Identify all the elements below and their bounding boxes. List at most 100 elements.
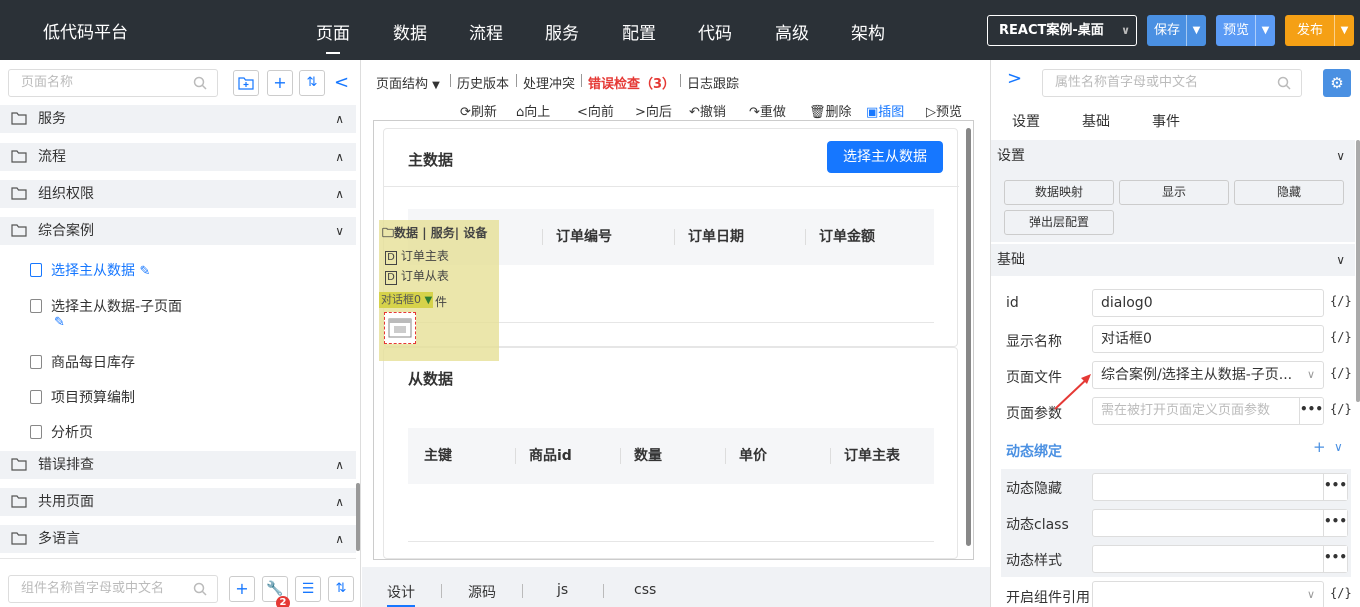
sort-components-button[interactable]: ⇅ [328,576,354,602]
tab-history[interactable]: 历史版本 [457,73,509,92]
data-mapping-button[interactable]: 数据映射 [1004,180,1114,205]
property-search-input[interactable]: 属性名称首字母或中文名 [1042,69,1302,97]
expression-icon[interactable]: {/} [1330,402,1352,416]
component-search-input[interactable]: 组件名称首字母或中文名 [8,575,218,603]
group-row-i18n[interactable]: 多语言 ∧ [0,525,356,553]
caret-down-icon[interactable]: ▼ [1186,15,1206,46]
component-ref-select[interactable]: ∨ [1092,581,1324,607]
caret-down-icon[interactable]: ▼ [1334,15,1354,46]
tab-resolve-conflict[interactable]: 处理冲突 [523,73,575,92]
dialog-component[interactable] [384,312,416,344]
preview-button[interactable]: 预览 ▼ [1216,15,1275,46]
page-file-select[interactable]: 综合案例/选择主从数据-子页... ∨ [1092,361,1324,389]
expression-icon[interactable]: {/} [1330,366,1352,380]
display-name-input[interactable]: 对话框0 [1092,325,1324,353]
more-dots-icon[interactable]: ••• [1323,474,1347,500]
page-search-input[interactable]: 页面名称 [8,69,218,97]
page-item-select-master-detail-sub[interactable]: 选择主从数据-子页面 [30,296,182,316]
expand-panel-icon[interactable]: > [1007,68,1022,89]
more-dots-icon[interactable]: ••• [1299,398,1323,424]
nav-service[interactable]: 服务 [545,19,579,44]
properties-scrollbar[interactable] [1356,140,1360,402]
tab-page-structure[interactable]: 页面结构 ▼ [376,73,440,92]
left-scrollbar[interactable] [356,483,360,551]
page-item-budget[interactable]: 项目预算编制 [30,387,135,407]
add-component-button[interactable]: + [229,576,255,602]
refresh-button[interactable]: ⟳刷新 [460,101,497,120]
tree-item-order-detail[interactable]: D 订单从表 [385,267,449,285]
save-button[interactable]: 保存 ▼ [1147,15,1206,46]
group-row-error-check[interactable]: 错误排查 ∧ [0,451,356,479]
page-item-daily-stock[interactable]: 商品每日库存 [30,352,135,372]
expression-icon[interactable]: {/} [1330,330,1352,344]
project-select[interactable]: REACT案例-桌面 ∨ [987,15,1137,46]
dynamic-style-input[interactable]: ••• [1092,545,1348,573]
component-tree-overlay[interactable]: 🗀数据 | 服务| 设备 D 订单主表 D 订单从表 对话框0 ▼ 件 [379,220,499,361]
add-folder-button[interactable] [233,70,259,96]
popup-config-button[interactable]: 弹出层配置 [1004,210,1114,235]
sort-button[interactable]: ⇅ [299,70,325,96]
tab-source[interactable]: 源码 [468,582,496,602]
nav-config[interactable]: 配置 [622,19,656,44]
preview-tool-button[interactable]: ▷预览 [926,101,962,120]
tab-settings[interactable]: 设置 [1012,111,1040,131]
plus-icon[interactable]: + [1313,438,1326,456]
tab-log-trace[interactable]: 日志跟踪 [687,73,739,92]
move-up-button[interactable]: ⌂向上 [516,101,550,120]
tab-events[interactable]: 事件 [1152,111,1180,131]
nav-page[interactable]: 页面 [316,19,350,54]
collapse-sidebar-icon[interactable]: < [334,72,349,93]
chevron-down-icon: ∨ [1336,253,1345,267]
nav-flow[interactable]: 流程 [469,19,503,44]
tab-js[interactable]: js [557,582,568,598]
expression-icon[interactable]: {/} [1330,586,1352,600]
move-forward-button[interactable]: <向前 [577,101,614,120]
show-button[interactable]: 显示 [1119,180,1229,205]
chevron-down-icon[interactable]: ∨ [1334,440,1343,454]
group-row-org-permission[interactable]: 组织权限 ∧ [0,180,356,208]
group-row-service[interactable]: 服务 ∧ [0,105,356,133]
expression-icon[interactable]: {/} [1330,294,1352,308]
tab-css[interactable]: css [634,582,656,598]
id-input[interactable]: dialog0 [1092,289,1324,317]
tab-design[interactable]: 设计 [387,582,415,607]
more-dots-icon[interactable]: ••• [1323,546,1347,572]
page-item-analysis[interactable]: 分析页 [30,422,93,442]
page-search-placeholder: 页面名称 [21,75,74,90]
tab-error-check[interactable]: 错误检查（3） [588,73,675,92]
caret-down-icon[interactable]: ▼ [1255,15,1275,46]
move-back-button[interactable]: >向后 [635,101,672,120]
detail-data-card[interactable]: 从数据 主键 商品id 数量 单价 订单主表 [383,347,958,559]
delete-button[interactable]: 🗑删除 [809,101,852,120]
insert-image-button[interactable]: ▣插图 [866,101,904,120]
canvas-scrollbar[interactable] [966,128,971,546]
nav-code[interactable]: 代码 [698,19,732,44]
list-order-button[interactable]: ☰ [295,576,321,602]
edit-pencil-icon[interactable]: ✎ [139,264,150,279]
edit-pencil-icon[interactable]: ✎ [54,315,65,330]
group-row-shared-pages[interactable]: 共用页面 ∧ [0,488,356,516]
page-params-input[interactable]: 需在被打开页面定义页面参数 ••• [1092,397,1324,425]
dynamic-hide-input[interactable]: ••• [1092,473,1348,501]
redo-button[interactable]: ↷重做 [749,101,786,120]
nav-advanced[interactable]: 高级 [775,19,809,44]
section-basic[interactable]: 基础 ∨ [991,244,1355,276]
group-row-cases[interactable]: 综合案例 ∨ [0,217,356,245]
add-page-button[interactable]: + [267,70,293,96]
hide-button[interactable]: 隐藏 [1234,180,1344,205]
undo-button[interactable]: ↶撤销 [689,101,726,120]
select-master-detail-button[interactable]: 选择主从数据 [827,141,943,173]
dynamic-class-input[interactable]: ••• [1092,509,1348,537]
page-item-select-master-detail[interactable]: 选择主从数据 ✎ [30,260,150,280]
dynamic-binding-header[interactable]: 动态绑定 + ∨ [991,428,1355,462]
group-row-flow[interactable]: 流程 ∧ [0,143,356,171]
section-settings[interactable]: 设置 ∨ [991,140,1355,172]
nav-architecture[interactable]: 架构 [851,19,885,44]
publish-button[interactable]: 发布 ▼ [1285,15,1354,46]
tab-basic[interactable]: 基础 [1082,111,1110,131]
tree-item-order-master[interactable]: D 订单主表 [385,247,449,265]
dialog-tag[interactable]: 对话框0 ▼ [379,292,433,308]
more-dots-icon[interactable]: ••• [1323,510,1347,536]
nav-data[interactable]: 数据 [393,19,427,44]
gear-icon[interactable]: ⚙ [1323,69,1351,97]
